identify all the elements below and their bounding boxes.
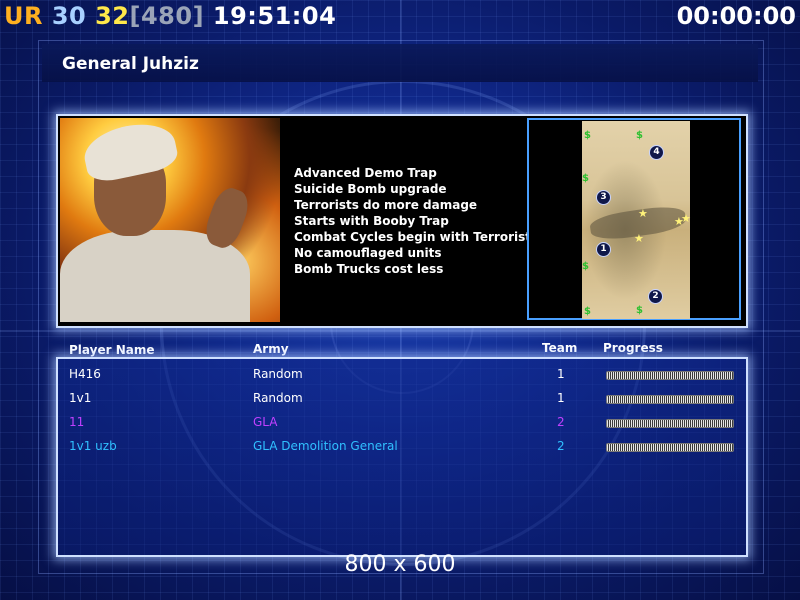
- progress-bar: [606, 419, 734, 428]
- player-army: Random: [253, 391, 303, 405]
- hud-timer: 00:00:00: [676, 2, 796, 30]
- star-icon: ★: [681, 212, 691, 225]
- hud-prefix: UR: [4, 2, 43, 30]
- player-row: 1v1 uzb GLA Demolition General 2: [0, 434, 800, 458]
- start-position-2[interactable]: 2: [648, 289, 663, 304]
- star-icon: ★: [638, 207, 648, 220]
- general-title: General Juhziz: [62, 54, 199, 74]
- player-army: GLA Demolition General: [253, 439, 398, 453]
- hud-stats: UR 30 32[480] 19:51:04: [4, 2, 336, 30]
- player-team: 2: [557, 415, 565, 429]
- trait-item: No camouflaged units: [294, 246, 442, 260]
- start-position-3[interactable]: 3: [596, 190, 611, 205]
- hud-value-b: 32: [95, 2, 130, 30]
- hud-clock: 19:51:04: [212, 2, 337, 30]
- hud-bracket-value: [480]: [129, 2, 205, 30]
- start-position-4[interactable]: 4: [649, 145, 664, 160]
- trait-item: Combat Cycles begin with Terrorist: [294, 230, 531, 244]
- resolution-label: 800 x 600: [344, 552, 456, 577]
- player-team: 1: [557, 391, 565, 405]
- player-army: GLA: [253, 415, 278, 429]
- player-name: 1v1: [69, 391, 92, 405]
- money-icon: $: [582, 173, 589, 184]
- money-icon: $: [636, 130, 643, 141]
- star-icon: ★: [634, 232, 644, 245]
- player-army: Random: [253, 367, 303, 381]
- column-header-army: Army: [253, 342, 289, 356]
- money-icon: $: [584, 306, 591, 317]
- player-row: H416 Random 1: [0, 362, 800, 386]
- progress-bar: [606, 395, 734, 404]
- player-name: 11: [69, 415, 85, 429]
- start-position-1[interactable]: 1: [596, 242, 611, 257]
- player-name: 1v1 uzb: [69, 439, 117, 453]
- money-icon: $: [584, 130, 591, 141]
- hud-value-a: 30: [51, 2, 87, 30]
- trait-item: Advanced Demo Trap: [294, 166, 437, 180]
- player-team: 2: [557, 439, 565, 453]
- traits-list: Advanced Demo Trap Suicide Bomb upgrade …: [294, 165, 531, 277]
- progress-bar: [606, 443, 734, 452]
- player-row: 1v1 Random 1: [0, 386, 800, 410]
- progress-bar: [606, 371, 734, 380]
- player-name: H416: [69, 367, 101, 381]
- trait-item: Starts with Booby Trap: [294, 214, 449, 228]
- trait-item: Suicide Bomb upgrade: [294, 182, 447, 196]
- player-row: 11 GLA 2: [0, 410, 800, 434]
- trait-item: Bomb Trucks cost less: [294, 262, 444, 276]
- general-portrait: [60, 118, 280, 322]
- money-icon: $: [582, 261, 589, 272]
- money-icon: $: [636, 305, 643, 316]
- trait-item: Terrorists do more damage: [294, 198, 478, 212]
- player-team: 1: [557, 367, 565, 381]
- column-header-progress: Progress: [603, 341, 663, 355]
- column-header-player: Player Name: [69, 343, 155, 357]
- column-header-team: Team: [542, 341, 578, 355]
- portrait-hand: [200, 183, 254, 253]
